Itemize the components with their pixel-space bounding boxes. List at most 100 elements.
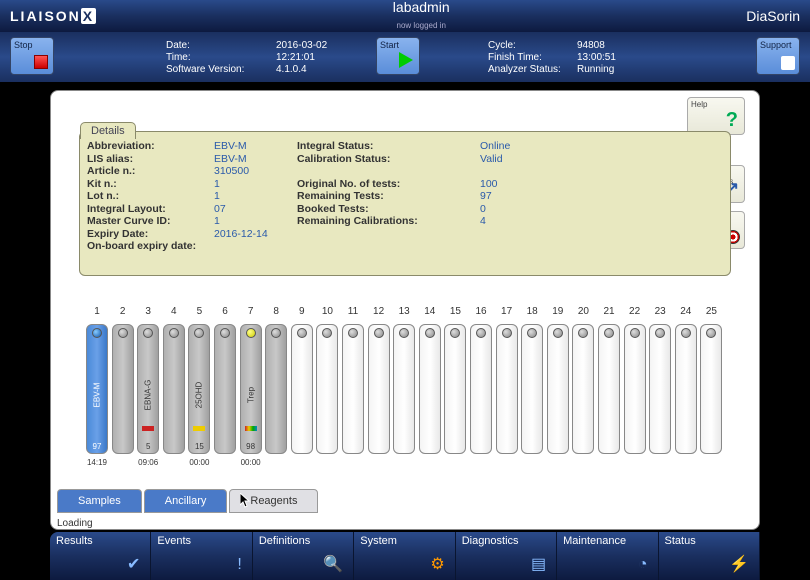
- detail-label: Integral Layout:: [87, 203, 166, 215]
- reagent-slot[interactable]: [572, 324, 594, 454]
- reagent-slot[interactable]: [547, 324, 569, 454]
- diagnostics-icon: ▤: [531, 554, 546, 574]
- reagent-slot[interactable]: [214, 324, 236, 454]
- reagent-slot[interactable]: [265, 324, 287, 454]
- detail-value: Online: [480, 140, 510, 152]
- reagent-slot[interactable]: [444, 324, 466, 454]
- reagent-slot[interactable]: Trep 98: [240, 324, 262, 454]
- reagent-slot[interactable]: EBNA-G5: [137, 324, 159, 454]
- detail-label: Calibration Status:: [297, 153, 390, 165]
- vial-cap-icon: [374, 328, 384, 338]
- reagent-slot[interactable]: [112, 324, 134, 454]
- reagent-slot[interactable]: [496, 324, 518, 454]
- help-button[interactable]: Help?: [687, 97, 745, 135]
- reagent-slot[interactable]: [624, 324, 646, 454]
- slot-time: 00:00: [238, 458, 264, 467]
- slot-number: 22: [622, 306, 648, 317]
- vial-cap-icon: [271, 328, 281, 338]
- reagent-slot[interactable]: EBV-M97: [86, 324, 108, 454]
- detail-label: On-board expiry date:: [87, 240, 196, 252]
- nav-definitions[interactable]: Definitions🔍: [253, 532, 354, 580]
- reagent-slot[interactable]: [342, 324, 364, 454]
- slot-number: 5: [186, 306, 212, 317]
- detail-value: 07: [214, 203, 226, 215]
- vial-cap-icon: [450, 328, 460, 338]
- detail-label: Lot n.:: [87, 190, 119, 202]
- reagent-slot[interactable]: [368, 324, 390, 454]
- detail-value: EBV-M: [214, 153, 247, 165]
- vial-count: 5: [138, 442, 158, 451]
- reagent-slot[interactable]: [675, 324, 697, 454]
- slot-number: 16: [468, 306, 494, 317]
- vial-count: 98: [241, 442, 261, 451]
- reagent-slot[interactable]: 25OHD 15: [188, 324, 210, 454]
- vial-cap-icon: [553, 328, 563, 338]
- vial-cap-icon: [399, 328, 409, 338]
- vial-label: Trep: [246, 387, 255, 403]
- nav-status[interactable]: Status⚡: [659, 532, 760, 580]
- info-values-left: 2016-03-0212:21:014.1.0.4: [276, 40, 327, 76]
- tab-ancillary[interactable]: Ancillary: [144, 489, 228, 513]
- support-icon: [781, 56, 795, 70]
- slot-number: 23: [647, 306, 673, 317]
- detail-label: Article n.:: [87, 165, 135, 177]
- sub-tabs: Samples Ancillary Reagents: [57, 489, 318, 513]
- vial-label: 25OHD: [195, 382, 204, 409]
- reagent-slot[interactable]: [291, 324, 313, 454]
- detail-value: 310500: [214, 165, 249, 177]
- header-user: labadmin now logged in: [393, 0, 450, 33]
- reagent-slot[interactable]: [521, 324, 543, 454]
- slot-number: 3: [135, 306, 161, 317]
- reagent-slot[interactable]: [649, 324, 671, 454]
- vial-band: [193, 426, 205, 431]
- reagent-slot[interactable]: [700, 324, 722, 454]
- detail-value: Valid: [480, 153, 503, 165]
- main-panel: Help? View Calibrations↗ Calibrate Detai…: [50, 90, 760, 530]
- detail-value: EBV-M: [214, 140, 247, 152]
- vial-cap-icon: [527, 328, 537, 338]
- reagent-rack: 1234567891011121314151617181920212223242…: [86, 306, 724, 486]
- results-icon: ✔: [127, 554, 140, 574]
- detail-value: 4: [480, 215, 486, 227]
- info-bar: Stop Date:Time:Software Version: 2016-03…: [0, 32, 810, 82]
- vial-cap-icon: [681, 328, 691, 338]
- reagent-slot[interactable]: [163, 324, 185, 454]
- reagent-slot[interactable]: [316, 324, 338, 454]
- reagent-slot[interactable]: [470, 324, 492, 454]
- nav-results[interactable]: Results✔: [50, 532, 151, 580]
- tab-samples[interactable]: Samples: [57, 489, 142, 513]
- vial-count: 15: [189, 442, 209, 451]
- nav-maintenance[interactable]: Maintenance◔: [557, 532, 658, 580]
- detail-value: 1: [214, 178, 220, 190]
- info-labels-left: Date:Time:Software Version:: [166, 40, 244, 76]
- stop-button[interactable]: Stop: [10, 37, 54, 75]
- vial-cap-icon: [143, 328, 153, 338]
- slot-number: 25: [698, 306, 724, 317]
- vial-band: [142, 426, 154, 431]
- reagent-slot[interactable]: [393, 324, 415, 454]
- maintenance-icon: ◔: [638, 556, 648, 574]
- app-header: LIAISONX labadmin now logged in DiaSorin: [0, 0, 810, 32]
- support-button[interactable]: Support: [756, 37, 800, 75]
- system-icon: ⚙: [430, 554, 444, 574]
- reagent-slot[interactable]: [419, 324, 441, 454]
- nav-diagnostics[interactable]: Diagnostics▤: [456, 532, 557, 580]
- slot-number: 15: [442, 306, 468, 317]
- loading-label: Loading: [57, 518, 93, 529]
- logo-liaison: LIAISONX: [10, 8, 96, 24]
- detail-label: Expiry Date:: [87, 228, 148, 240]
- nav-system[interactable]: System⚙: [354, 532, 455, 580]
- slot-number: 18: [519, 306, 545, 317]
- detail-label: LIS alias:: [87, 153, 133, 165]
- vial-cap-icon: [194, 328, 204, 338]
- nav-events[interactable]: Events!: [151, 532, 252, 580]
- detail-value: 2016-12-14: [214, 228, 268, 240]
- slot-number: 9: [289, 306, 315, 317]
- detail-value: 1: [214, 215, 220, 227]
- reagent-slot[interactable]: [598, 324, 620, 454]
- start-button[interactable]: Start: [376, 37, 420, 75]
- definitions-icon: 🔍: [323, 554, 343, 574]
- detail-label: Kit n.:: [87, 178, 117, 190]
- slot-number: 19: [545, 306, 571, 317]
- slot-number: 1: [84, 306, 110, 317]
